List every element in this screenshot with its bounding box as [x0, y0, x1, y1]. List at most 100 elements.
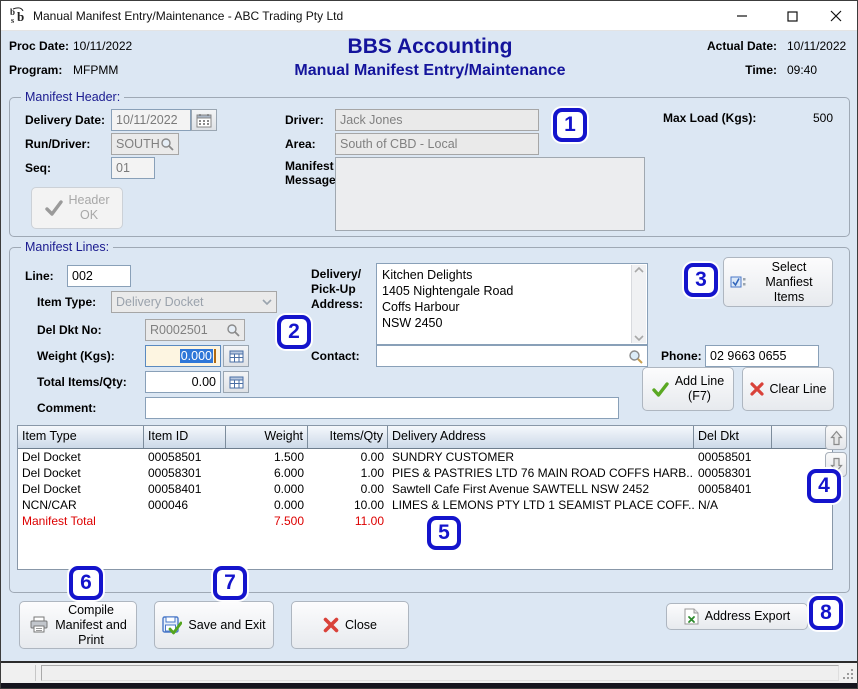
table-cell: PIES & PASTRIES LTD 76 MAIN ROAD COFFS H…	[388, 465, 694, 481]
table-cell: 1.500	[226, 449, 308, 465]
run-driver-input[interactable]: SOUTH	[111, 133, 179, 155]
delivery-date-input[interactable]: 10/11/2022	[111, 109, 191, 131]
table-cell: NCN/CAR	[18, 497, 144, 513]
table-cell: Del Docket	[18, 481, 144, 497]
col-weight: Weight	[226, 426, 308, 448]
comment-input[interactable]	[145, 397, 619, 419]
col-items-qty: Items/Qty	[308, 426, 388, 448]
table-cell: 00058501	[694, 449, 772, 465]
clear-line-button[interactable]: Clear Line	[742, 367, 834, 411]
total-items-calculator-icon[interactable]	[223, 371, 249, 393]
compile-manifest-print-button[interactable]: Compile Manifest and Print	[19, 601, 137, 649]
app-window: b s b Manual Manifest Entry/Maintenance …	[0, 0, 858, 689]
manifest-table-body: Del Docket000585011.5000.00SUNDRY CUSTOM…	[18, 449, 832, 513]
close-window-button[interactable]	[813, 1, 858, 31]
app-title: BBS Accounting	[230, 35, 630, 59]
manifest-lines-legend: Manifest Lines:	[21, 240, 113, 254]
actual-date-label: Actual Date:	[641, 39, 777, 53]
delivery-address-label: Delivery/ Pick-Up Address:	[311, 267, 373, 312]
table-cell: LIMES & LEMONS PTY LTD 1 SEAMIST PLACE C…	[388, 497, 694, 513]
status-bar	[1, 663, 857, 683]
delivery-date-label: Delivery Date:	[25, 113, 105, 127]
del-dkt-search-icon[interactable]	[226, 323, 240, 337]
move-line-up-button[interactable]	[825, 425, 847, 450]
table-cell: Sawtell Cafe First Avenue SAWTELL NSW 24…	[388, 481, 694, 497]
table-cell: N/A	[694, 497, 772, 513]
manifest-lines-table: Item Type Item ID Weight Items/Qty Deliv…	[17, 425, 833, 570]
time-label: Time:	[641, 63, 777, 77]
phone-input[interactable]: 02 9663 0655	[705, 345, 819, 367]
proc-date-value: 10/11/2022	[73, 39, 132, 53]
contact-search-icon[interactable]	[628, 349, 643, 364]
table-cell: 00058301	[144, 465, 226, 481]
table-cell: 00058301	[694, 465, 772, 481]
annotation-marker-2: 2	[277, 315, 311, 349]
address-scrollbar[interactable]	[631, 265, 646, 343]
save-and-exit-button[interactable]: Save and Exit	[154, 601, 274, 649]
table-cell: SUNDRY CUSTOMER	[388, 449, 694, 465]
calendar-icon[interactable]	[191, 109, 217, 131]
col-item-id: Item ID	[144, 426, 226, 448]
minimize-button[interactable]	[719, 1, 765, 31]
annotation-marker-3: 3	[684, 263, 718, 297]
item-type-select[interactable]: Delivery Docket	[111, 291, 277, 313]
address-export-button[interactable]: Address Export	[666, 603, 808, 630]
time-value: 09:40	[787, 63, 817, 77]
add-line-button[interactable]: Add Line (F7)	[642, 367, 734, 411]
table-header[interactable]: Item Type Item ID Weight Items/Qty Deliv…	[18, 426, 832, 449]
table-cell: 0.000	[226, 481, 308, 497]
red-x-icon	[323, 617, 339, 633]
run-driver-search-icon[interactable]	[160, 137, 174, 151]
table-cell: 00058401	[144, 481, 226, 497]
total-items-input[interactable]: 0.00	[145, 371, 221, 393]
scroll-up-icon	[634, 267, 644, 273]
maximize-button[interactable]	[769, 1, 815, 31]
export-file-icon	[684, 608, 699, 625]
driver-input: Jack Jones	[335, 109, 539, 131]
line-input[interactable]: 002	[67, 265, 131, 287]
close-button[interactable]: Close	[291, 601, 409, 649]
svg-text:s: s	[11, 16, 14, 25]
manifest-header-legend: Manifest Header:	[21, 90, 124, 104]
max-load-label: Max Load (Kgs):	[663, 111, 756, 125]
app-logo-icon: b s b	[9, 6, 29, 26]
weight-label: Weight (Kgs):	[37, 349, 115, 363]
table-row[interactable]: Del Docket000583016.0001.00PIES & PASTRI…	[18, 465, 832, 481]
table-cell: 00058501	[144, 449, 226, 465]
weight-calculator-icon[interactable]	[223, 345, 249, 367]
total-items-label: Total Items/Qty:	[37, 375, 127, 389]
delivery-address-input[interactable]: Kitchen Delights 1405 Nightengale Road C…	[376, 263, 648, 345]
table-cell: 000046	[144, 497, 226, 513]
line-label: Line:	[25, 269, 54, 283]
max-load-value: 500	[781, 111, 833, 125]
checkbox-list-icon	[730, 275, 746, 289]
program-value: MFPMM	[73, 63, 118, 77]
phone-label: Phone:	[661, 349, 702, 363]
annotation-marker-7: 7	[213, 566, 247, 600]
table-cell: 0.000	[226, 497, 308, 513]
scroll-down-icon	[634, 335, 644, 341]
table-cell: 0.00	[308, 481, 388, 497]
resize-grip[interactable]	[843, 669, 853, 679]
contact-input[interactable]	[376, 345, 648, 367]
table-row[interactable]: Del Docket000585011.5000.00SUNDRY CUSTOM…	[18, 449, 832, 465]
manifest-messages-input[interactable]	[335, 157, 645, 231]
header-ok-button[interactable]: Header OK	[31, 187, 123, 229]
del-dkt-no-input[interactable]: R0002501	[145, 319, 245, 341]
seq-label: Seq:	[25, 161, 51, 175]
table-cell: Del Docket	[18, 465, 144, 481]
screen-title: Manual Manifest Entry/Maintenance	[230, 62, 630, 80]
col-delivery-address: Delivery Address	[388, 426, 694, 448]
red-x-icon	[750, 382, 764, 396]
select-manifest-items-button[interactable]: Select Manfiest Items	[723, 257, 833, 307]
annotation-marker-5: 5	[427, 516, 461, 550]
annotation-marker-1: 1	[553, 108, 587, 142]
table-cell: 1.00	[308, 465, 388, 481]
col-del-dkt: Del Dkt	[694, 426, 772, 448]
seq-input[interactable]: 01	[111, 157, 155, 179]
printer-icon	[29, 616, 49, 634]
table-row[interactable]: Del Docket000584010.0000.00Sawtell Cafe …	[18, 481, 832, 497]
table-row[interactable]: NCN/CAR0000460.00010.00LIMES & LEMONS PT…	[18, 497, 832, 513]
comment-label: Comment:	[37, 401, 96, 415]
weight-input[interactable]: 0.000	[145, 345, 221, 367]
